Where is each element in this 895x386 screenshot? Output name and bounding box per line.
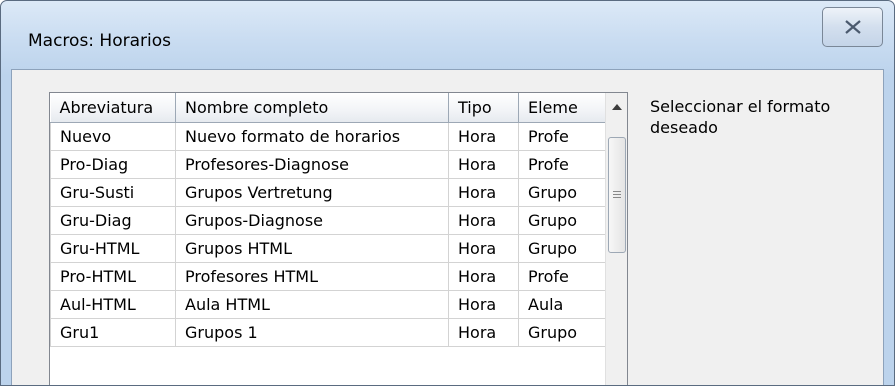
cell-nombre: Profesores HTML <box>175 262 449 291</box>
table-row[interactable]: Gru1 Grupos 1 Hora Grupo <box>50 318 612 347</box>
dialog-content: Abreviatura Nombre completo Tipo Eleme N… <box>11 69 884 385</box>
cell-abreviatura: Pro-HTML <box>50 262 176 291</box>
cell-tipo: Hora <box>448 178 519 207</box>
cell-tipo: Hora <box>448 290 519 319</box>
cell-abreviatura: Nuevo <box>50 122 176 151</box>
macro-table: Abreviatura Nombre completo Tipo Eleme N… <box>50 93 612 347</box>
macros-dialog: Macros: Horarios Abreviatura Nombre comp… <box>0 0 895 386</box>
cell-nombre: Aula HTML <box>175 290 449 319</box>
cell-tipo: Hora <box>448 206 519 235</box>
cell-elemento: Grupo <box>518 318 612 347</box>
table-row[interactable]: Nuevo Nuevo formato de horarios Hora Pro… <box>50 122 612 151</box>
macro-list[interactable]: Abreviatura Nombre completo Tipo Eleme N… <box>49 92 628 385</box>
table-row[interactable]: Gru-HTML Grupos HTML Hora Grupo <box>50 234 612 263</box>
cell-tipo: Hora <box>448 150 519 179</box>
cell-elemento: Grupo <box>518 178 612 207</box>
cell-abreviatura: Gru-Diag <box>50 206 176 235</box>
selection-hint: Seleccionar el formato deseado <box>650 97 831 137</box>
table-row[interactable]: Aul-HTML Aula HTML Hora Aula <box>50 290 612 319</box>
column-header-elemento[interactable]: Eleme <box>518 93 612 123</box>
cell-nombre: Grupos HTML <box>175 234 449 263</box>
scroll-grip-icon <box>613 191 621 200</box>
cell-elemento: Grupo <box>518 234 612 263</box>
table-row[interactable]: Pro-Diag Profesores-Diagnose Hora Profe <box>50 150 612 179</box>
window-title: Macros: Horarios <box>28 31 171 51</box>
table-row[interactable]: Pro-HTML Profesores HTML Hora Profe <box>50 262 612 291</box>
table-row[interactable]: Gru-Diag Grupos-Diagnose Hora Grupo <box>50 206 612 235</box>
cell-nombre: Grupos Vertretung <box>175 178 449 207</box>
column-header-tipo[interactable]: Tipo <box>448 93 519 123</box>
cell-abreviatura: Gru-Susti <box>50 178 176 207</box>
cell-elemento: Grupo <box>518 206 612 235</box>
cell-tipo: Hora <box>448 318 519 347</box>
vertical-scrollbar[interactable] <box>605 93 627 385</box>
cell-nombre: Grupos 1 <box>175 318 449 347</box>
close-button[interactable] <box>822 7 883 47</box>
scroll-up-button[interactable] <box>606 93 627 121</box>
cell-tipo: Hora <box>448 234 519 263</box>
cell-elemento: Profe <box>518 150 612 179</box>
cell-abreviatura: Aul-HTML <box>50 290 176 319</box>
cell-abreviatura: Gru-HTML <box>50 234 176 263</box>
cell-abreviatura: Gru1 <box>50 318 176 347</box>
chevron-up-icon <box>611 104 622 110</box>
table-header-row: Abreviatura Nombre completo Tipo Eleme <box>50 93 612 123</box>
cell-nombre: Nuevo formato de horarios <box>175 122 449 151</box>
cell-elemento: Profe <box>518 262 612 291</box>
column-header-abreviatura[interactable]: Abreviatura <box>50 93 176 123</box>
cell-nombre: Profesores-Diagnose <box>175 150 449 179</box>
column-header-nombre-completo[interactable]: Nombre completo <box>175 93 449 123</box>
cell-elemento: Profe <box>518 122 612 151</box>
close-icon <box>845 20 861 34</box>
cell-elemento: Aula <box>518 290 612 319</box>
cell-tipo: Hora <box>448 262 519 291</box>
scroll-thumb[interactable] <box>608 137 626 253</box>
table-row[interactable]: Gru-Susti Grupos Vertretung Hora Grupo <box>50 178 612 207</box>
cell-nombre: Grupos-Diagnose <box>175 206 449 235</box>
cell-tipo: Hora <box>448 122 519 151</box>
cell-abreviatura: Pro-Diag <box>50 150 176 179</box>
